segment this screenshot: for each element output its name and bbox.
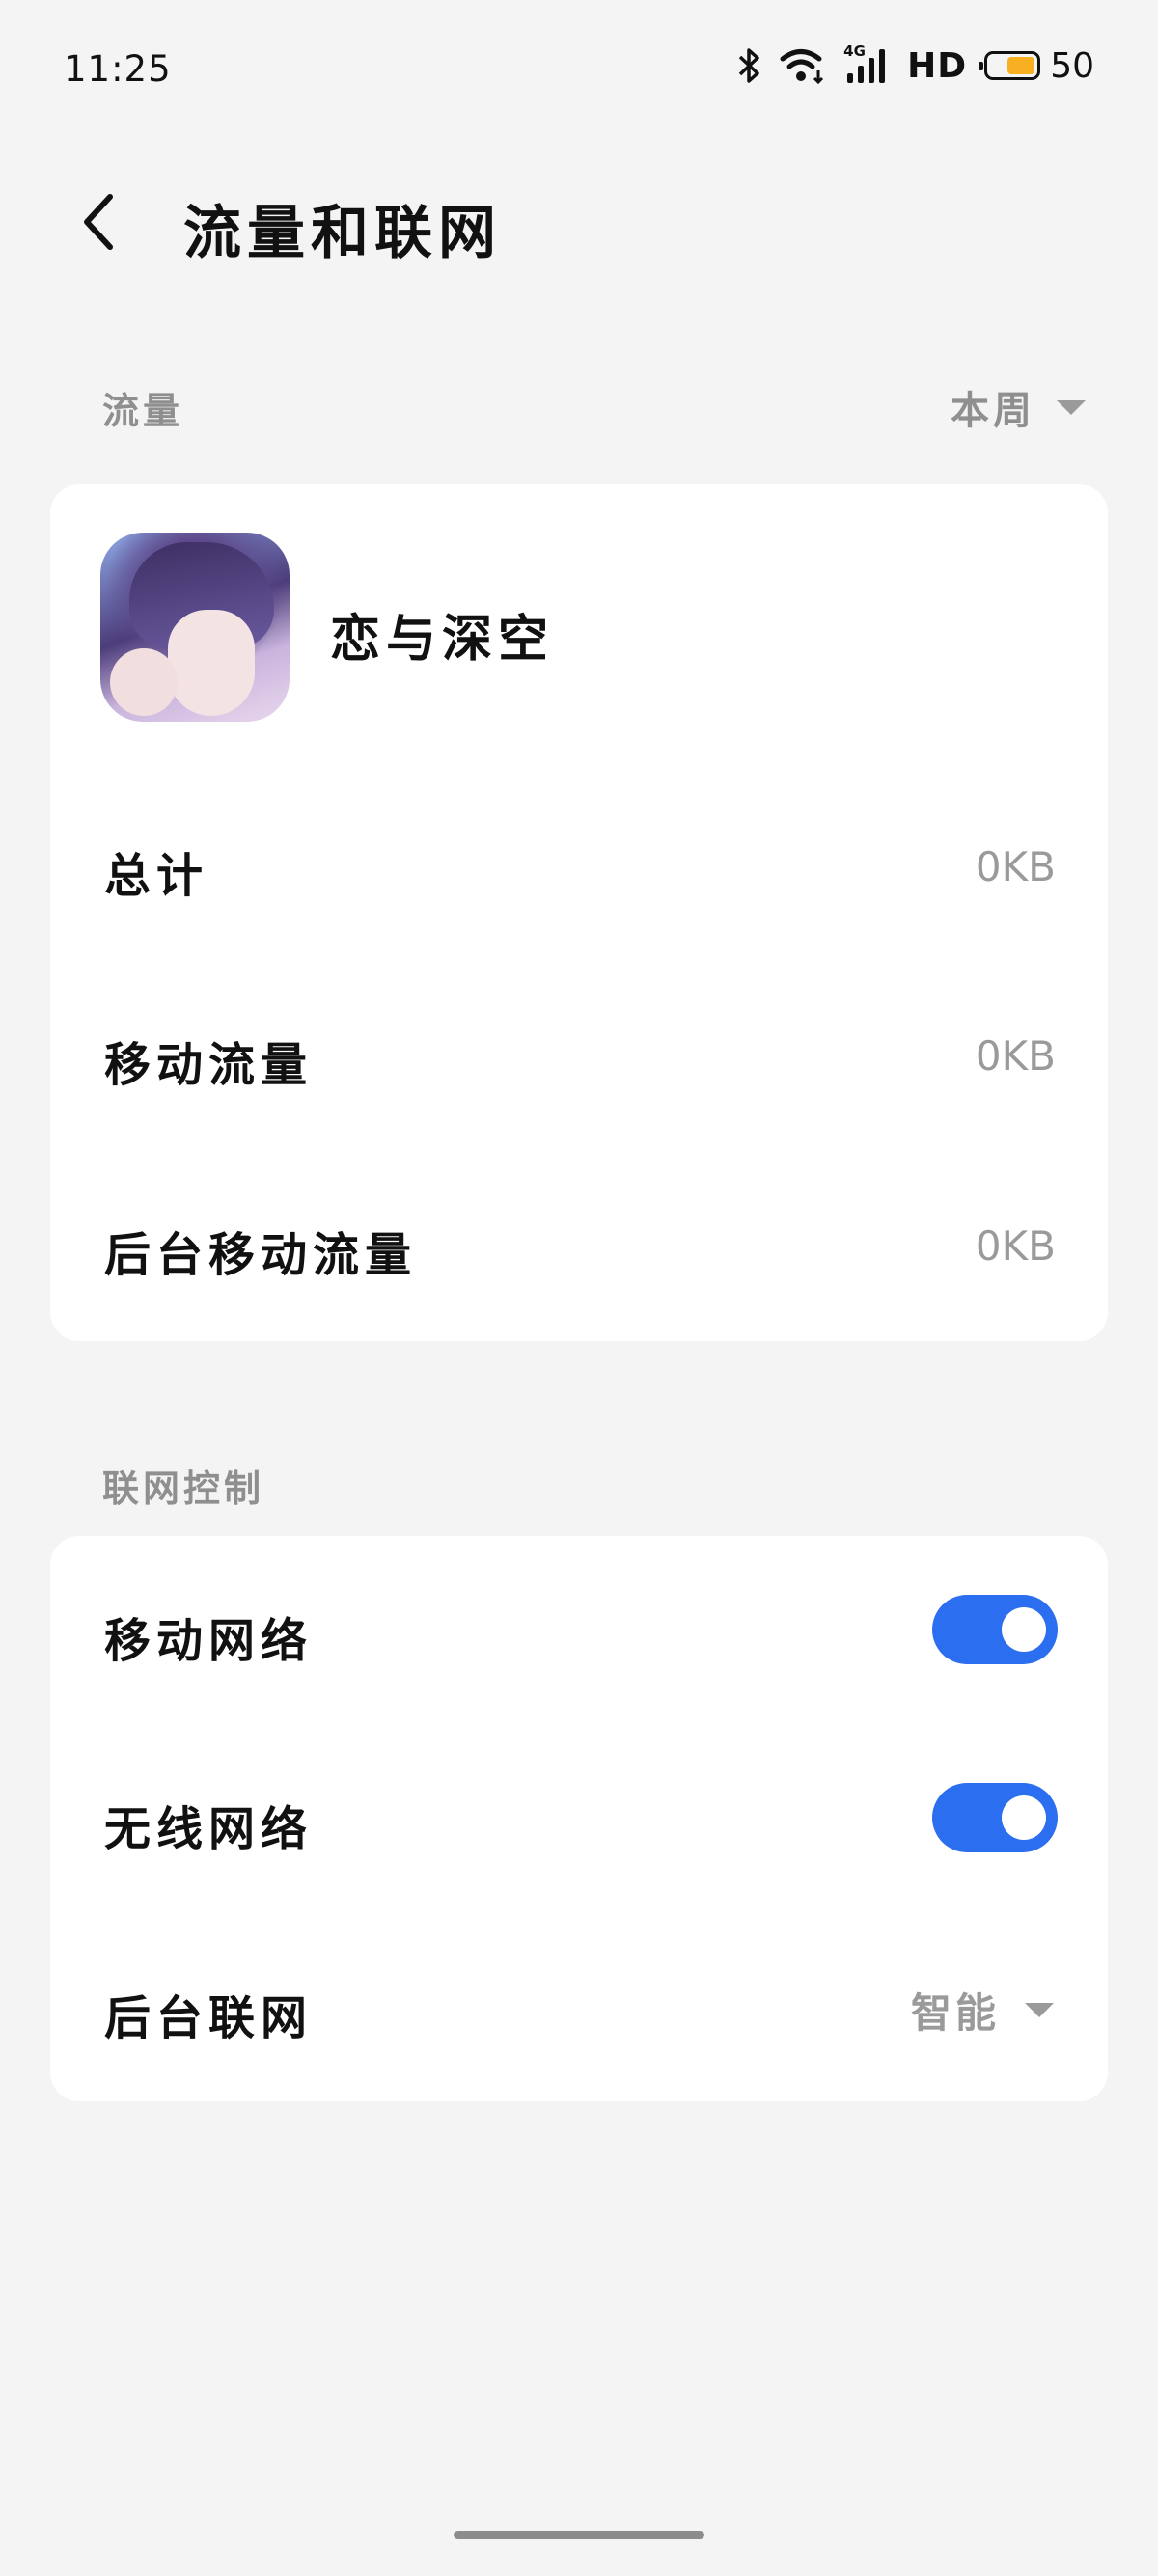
mobile-network-label: 移动网络 bbox=[104, 1614, 314, 1668]
total-label: 总计 bbox=[104, 849, 209, 903]
period-selector[interactable]: 本周 bbox=[951, 379, 1086, 435]
background-network-label: 后台联网 bbox=[104, 1991, 314, 2045]
app-icon bbox=[100, 533, 290, 722]
background-mobile-data-value: 0KB bbox=[975, 1222, 1056, 1270]
home-indicator[interactable] bbox=[454, 2531, 704, 2539]
wifi-network-toggle[interactable] bbox=[932, 1783, 1058, 1852]
hd-indicator: HD bbox=[907, 45, 968, 86]
dropdown-arrow-icon bbox=[1025, 2003, 1054, 2017]
background-network-selector[interactable]: 智能 bbox=[911, 1981, 1054, 2040]
wifi-icon bbox=[780, 49, 824, 84]
mobile-data-label: 移动流量 bbox=[104, 1038, 314, 1092]
signal-icon: 4G bbox=[843, 42, 890, 85]
total-value: 0KB bbox=[975, 843, 1056, 891]
battery-level: 50 bbox=[1050, 45, 1094, 86]
status-time: 11:25 bbox=[64, 48, 172, 90]
network-section-label: 联网控制 bbox=[102, 1467, 265, 1510]
bluetooth-icon bbox=[738, 48, 759, 83]
battery-icon: 50 bbox=[979, 45, 1094, 86]
traffic-section-label: 流量 bbox=[102, 390, 184, 432]
background-network-value: 智能 bbox=[910, 1989, 1000, 2037]
mobile-network-toggle[interactable] bbox=[932, 1595, 1058, 1664]
dropdown-arrow-icon bbox=[1057, 399, 1086, 415]
status-icons: 4G HD 50 bbox=[737, 42, 1094, 89]
period-label: 本周 bbox=[951, 389, 1035, 433]
mobile-data-value: 0KB bbox=[975, 1032, 1056, 1080]
wifi-network-label: 无线网络 bbox=[104, 1802, 314, 1856]
background-mobile-data-label: 后台移动流量 bbox=[104, 1228, 418, 1282]
back-button[interactable] bbox=[69, 183, 127, 260]
chevron-left-icon bbox=[84, 194, 113, 250]
page-title: 流量和联网 bbox=[183, 200, 502, 267]
app-name: 恋与深空 bbox=[330, 611, 555, 669]
